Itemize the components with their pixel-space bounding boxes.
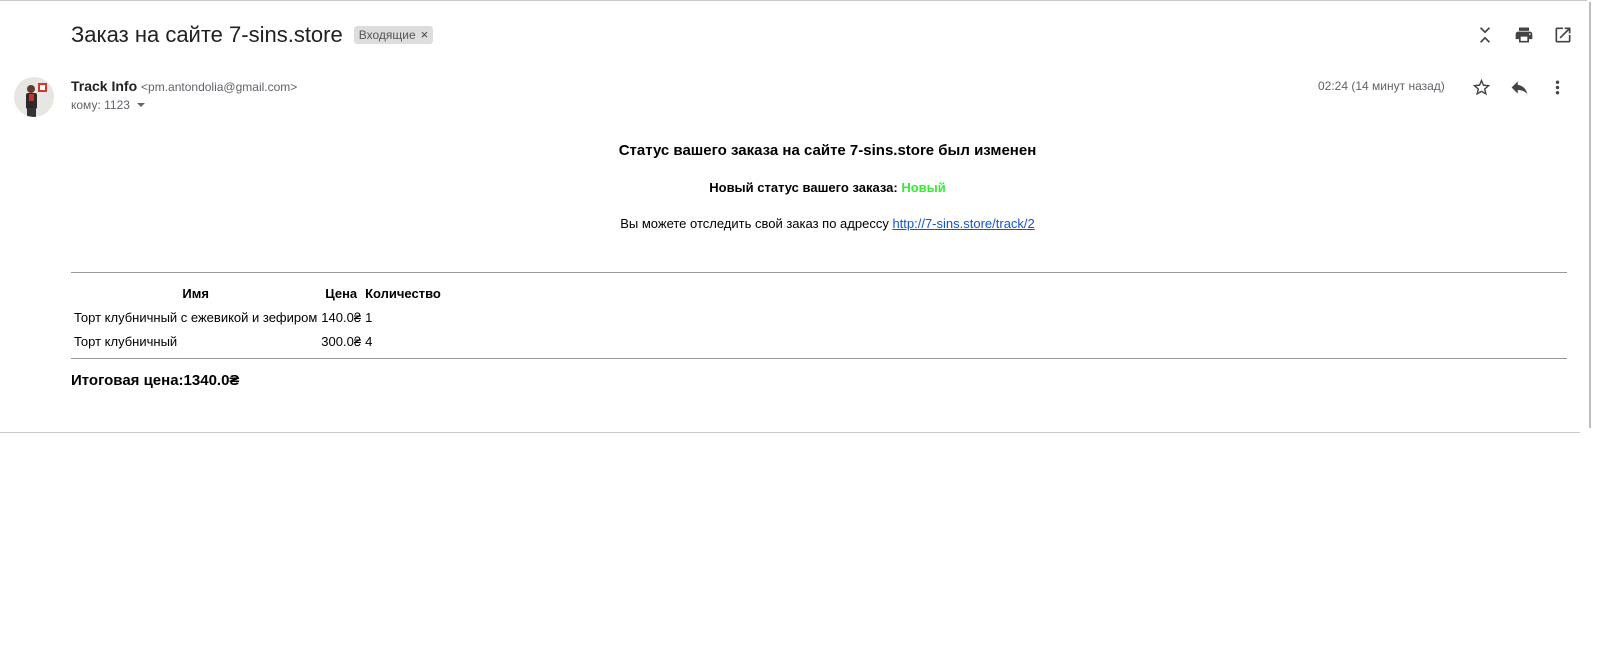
reply-icon[interactable] — [1506, 74, 1532, 100]
recipient-line: кому: 1123 — [71, 98, 145, 112]
item-name: Торт клубничный с ежевикой и зефиром — [74, 309, 318, 325]
remove-label-icon[interactable]: × — [421, 27, 429, 43]
table-row: Торт клубничный 300.0₴ 4 — [73, 330, 442, 352]
message-timestamp: 02:24 (14 минут назад) — [1318, 79, 1445, 93]
item-price: 300.0₴ — [321, 333, 362, 349]
column-header-name: Имя — [182, 285, 209, 301]
print-icon[interactable] — [1511, 22, 1537, 48]
sender-name[interactable]: Track Info — [71, 78, 137, 94]
more-vert-icon[interactable] — [1544, 74, 1570, 100]
table-row: Торт клубничный с ежевикой и зефиром 140… — [73, 306, 442, 328]
recipient-text: кому: 1123 — [71, 98, 130, 112]
track-prefix: Вы можете отследить свой заказ по адресс… — [620, 216, 893, 231]
column-header-quantity: Количество — [365, 285, 441, 301]
status-line: Новый статус вашего заказа: Новый — [0, 180, 1602, 195]
inbox-label-chip[interactable]: Входящие × — [353, 26, 434, 44]
status-prefix: Новый статус вашего заказа: — [709, 180, 902, 195]
status-title: Статус вашего заказа на сайте 7-sins.sto… — [618, 142, 1037, 159]
track-link[interactable]: http://7-sins.store/track/2 — [892, 216, 1034, 231]
thread-toolbar — [1472, 22, 1576, 48]
recipient-details-dropdown-icon[interactable] — [136, 103, 145, 107]
star-icon[interactable] — [1468, 74, 1494, 100]
email-subject: Заказ на сайте 7-sins.store — [71, 22, 343, 47]
sender-info: Track Info <pm.antondolia@gmail.com> — [71, 78, 297, 94]
message-actions — [1468, 74, 1570, 100]
top-border — [0, 0, 1602, 1]
open-new-window-icon[interactable] — [1550, 22, 1576, 48]
message-bottom-border — [0, 432, 1580, 433]
order-items-table: Имя Цена Количество Торт клубничный с еж… — [71, 280, 444, 354]
status-value: Новый — [901, 180, 946, 195]
table-top-divider — [71, 272, 1567, 273]
item-quantity: 4 — [365, 333, 373, 349]
sender-avatar[interactable] — [14, 77, 54, 117]
order-total: Итоговая цена:1340.0₴ — [71, 372, 240, 389]
table-bottom-divider — [71, 358, 1567, 359]
table-header-row: Имя Цена Количество — [73, 282, 442, 304]
expand-all-icon[interactable] — [1472, 22, 1498, 48]
sender-email: <pm.antondolia@gmail.com> — [141, 80, 298, 94]
column-header-price: Цена — [325, 285, 358, 301]
item-name: Торт клубничный — [74, 333, 178, 349]
track-line: Вы можете отследить свой заказ по адресс… — [0, 216, 1602, 231]
scrollbar-track[interactable] — [1589, 2, 1591, 428]
item-price: 140.0₴ — [321, 309, 362, 325]
label-chip-text: Входящие — [358, 28, 416, 42]
subject-row: Заказ на сайте 7-sins.store Входящие × — [71, 20, 434, 50]
item-quantity: 1 — [365, 309, 373, 325]
